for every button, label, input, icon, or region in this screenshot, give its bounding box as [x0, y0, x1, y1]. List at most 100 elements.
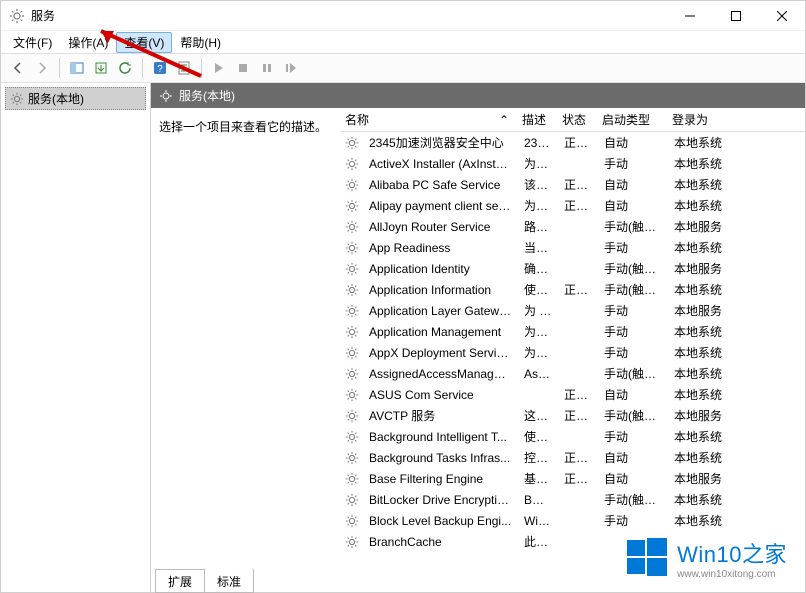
gear-icon: [345, 262, 359, 276]
menu-file[interactable]: 文件(F): [5, 32, 60, 53]
table-row[interactable]: Application Information使用...正在...手动(触发..…: [341, 279, 805, 300]
menubar: 文件(F) 操作(A) 查看(V) 帮助(H): [1, 31, 805, 53]
cell-name: Background Tasks Infras...: [363, 451, 518, 465]
cell-startup: 手动: [598, 512, 668, 529]
cell-name: BranchCache: [363, 535, 518, 549]
cell-name: Alipay payment client sec...: [363, 199, 518, 213]
cell-desc: Win...: [518, 514, 558, 528]
cell-desc: 这是...: [518, 407, 558, 424]
table-row[interactable]: AssignedAccessManager...Assi...手动(触发...本…: [341, 363, 805, 384]
table-row[interactable]: Background Tasks Infras...控制...正在...自动本地…: [341, 447, 805, 468]
cell-desc: 为 In...: [518, 302, 558, 319]
cell-startup: 手动(触发...: [598, 407, 668, 424]
column-startup[interactable]: 启动类型: [596, 108, 666, 131]
restart-button[interactable]: [280, 57, 302, 79]
show-hide-button[interactable]: [66, 57, 88, 79]
cell-status: 正在...: [558, 134, 598, 151]
table-row[interactable]: 2345加速浏览器安全中心2345...正在...自动本地系统: [341, 132, 805, 153]
gear-icon: [345, 136, 359, 150]
gear-icon: [345, 493, 359, 507]
cell-status: 正在...: [558, 407, 598, 424]
cell-startup: 手动(触发...: [598, 281, 668, 298]
table-row[interactable]: Alipay payment client sec...为支...正在...自动…: [341, 195, 805, 216]
cell-logon: 本地系统: [668, 134, 728, 151]
cell-logon: 本地服务: [668, 218, 728, 235]
stop-button[interactable]: [232, 57, 254, 79]
minimize-button[interactable]: [667, 1, 713, 31]
cell-startup: 自动: [598, 386, 668, 403]
cell-logon: 本地服务: [668, 407, 728, 424]
gear-icon: [345, 241, 359, 255]
start-button[interactable]: [208, 57, 230, 79]
back-button[interactable]: [7, 57, 29, 79]
cell-name: ActiveX Installer (AxInstSV): [363, 157, 518, 171]
menu-help[interactable]: 帮助(H): [172, 32, 229, 53]
cell-name: AVCTP 服务: [363, 407, 518, 424]
cell-desc: 该服...: [518, 176, 558, 193]
table-row[interactable]: App Readiness当用...手动本地系统: [341, 237, 805, 258]
cell-startup: 手动(触发...: [598, 491, 668, 508]
tree-node-label: 服务(本地): [28, 90, 84, 107]
help-button[interactable]: ?: [149, 57, 171, 79]
cell-desc: 使用...: [518, 281, 558, 298]
tab-standard[interactable]: 标准: [204, 568, 254, 593]
cell-desc: 使用...: [518, 428, 558, 445]
cell-startup: 手动: [598, 239, 668, 256]
table-row[interactable]: ActiveX Installer (AxInstSV)为从 ...手动本地系统: [341, 153, 805, 174]
cell-startup: 手动: [598, 323, 668, 340]
table-row[interactable]: Application Management为通...手动本地系统: [341, 321, 805, 342]
table-row[interactable]: Base Filtering Engine基本...正在...自动本地服务: [341, 468, 805, 489]
table-row[interactable]: Application Identity确定...手动(触发...本地服务: [341, 258, 805, 279]
separator: [59, 58, 60, 78]
app-icon: [9, 8, 25, 24]
forward-button[interactable]: [31, 57, 53, 79]
pause-button[interactable]: [256, 57, 278, 79]
gear-icon: [345, 367, 359, 381]
table-row[interactable]: ASUS Com Service正在...自动本地系统: [341, 384, 805, 405]
description-panel: 选择一个项目来查看它的描述。: [151, 108, 341, 568]
cell-logon: 本地服务: [668, 470, 728, 487]
table-row[interactable]: AllJoyn Router Service路由...手动(触发...本地服务: [341, 216, 805, 237]
cell-name: AssignedAccessManager...: [363, 367, 518, 381]
table-row[interactable]: Alibaba PC Safe Service该服...正在...自动本地系统: [341, 174, 805, 195]
gear-icon: [10, 92, 24, 106]
cell-desc: 为支...: [518, 197, 558, 214]
content-area: 选择一个项目来查看它的描述。 名称⌃ 描述 状态 启动类型 登录为 2345加速…: [151, 108, 805, 568]
cell-name: Block Level Backup Engi...: [363, 514, 518, 528]
column-logon[interactable]: 登录为: [666, 108, 726, 131]
maximize-button[interactable]: [713, 1, 759, 31]
column-status[interactable]: 状态: [556, 108, 596, 131]
column-name[interactable]: 名称⌃: [341, 108, 516, 131]
cell-status: 正在...: [558, 386, 598, 403]
tab-extended[interactable]: 扩展: [155, 569, 205, 593]
cell-startup: 手动(触发...: [598, 365, 668, 382]
cell-desc: 基本...: [518, 470, 558, 487]
pane-header-label: 服务(本地): [179, 87, 235, 104]
column-desc[interactable]: 描述: [516, 108, 556, 131]
cell-logon: 本地系统: [668, 281, 728, 298]
cell-logon: 本地服务: [668, 302, 728, 319]
properties-button[interactable]: [173, 57, 195, 79]
watermark-brand: Win10之家: [677, 537, 787, 569]
table-row[interactable]: Block Level Backup Engi...Win...手动本地系统: [341, 510, 805, 531]
table-row[interactable]: Application Layer Gatewa...为 In...手动本地服务: [341, 300, 805, 321]
table-row[interactable]: AppX Deployment Servic...为部...手动本地系统: [341, 342, 805, 363]
menu-action[interactable]: 操作(A): [60, 32, 116, 53]
table-row[interactable]: AVCTP 服务这是...正在...手动(触发...本地服务: [341, 405, 805, 426]
tree-pane[interactable]: 服务(本地): [1, 83, 151, 592]
refresh-button[interactable]: [114, 57, 136, 79]
menu-view[interactable]: 查看(V): [116, 32, 172, 53]
cell-name: Alibaba PC Safe Service: [363, 178, 518, 192]
close-button[interactable]: [759, 1, 805, 31]
cell-logon: 本地服务: [668, 260, 728, 277]
cell-logon: 本地系统: [668, 386, 728, 403]
table-row[interactable]: Background Intelligent T...使用...手动本地系统: [341, 426, 805, 447]
tree-node-services-local[interactable]: 服务(本地): [5, 87, 146, 110]
service-rows[interactable]: 2345加速浏览器安全中心2345...正在...自动本地系统ActiveX I…: [341, 132, 805, 568]
separator: [142, 58, 143, 78]
cell-logon: 本地系统: [668, 428, 728, 445]
cell-logon: 本地系统: [668, 323, 728, 340]
export-button[interactable]: [90, 57, 112, 79]
table-row[interactable]: BitLocker Drive Encryptio...BDE...手动(触发.…: [341, 489, 805, 510]
watermark: Win10之家 www.win10xitong.com: [619, 534, 793, 582]
